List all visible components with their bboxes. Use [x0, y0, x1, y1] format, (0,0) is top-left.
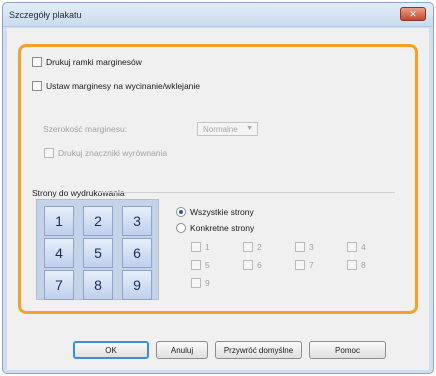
ok-button[interactable]: OK [73, 341, 149, 359]
restore-defaults-button[interactable]: Przywróć domyślne [215, 341, 302, 359]
page-checkbox-3[interactable] [295, 242, 305, 252]
title-bar: Szczegóły plakatu ✕ [3, 3, 433, 27]
page-tile-4[interactable]: 4 [44, 238, 74, 268]
page-tile-7[interactable]: 7 [44, 270, 74, 300]
pages-to-print-label: Strony do wydrukowania [32, 188, 125, 198]
margin-width-value: Normalne [203, 125, 238, 134]
page-tile-6[interactable]: 6 [122, 238, 152, 268]
page-checkbox-label-1: 1 [205, 242, 210, 252]
specific-pages-radio[interactable] [176, 223, 186, 233]
page-checkbox-label-4: 4 [361, 242, 366, 252]
page-checkbox-1[interactable] [191, 242, 201, 252]
set-margins-checkbox[interactable] [32, 81, 42, 91]
print-margin-lines-checkbox[interactable] [32, 57, 42, 67]
margin-width-select[interactable]: Normalne ▼ [197, 122, 258, 136]
set-margins-label: Ustaw marginesy na wycinanie/wklejanie [46, 81, 201, 91]
page-checkbox-4[interactable] [347, 242, 357, 252]
print-margin-lines-label: Drukuj ramki marginesów [46, 57, 142, 67]
specific-pages-label: Konkretne strony [190, 223, 255, 233]
cancel-button[interactable]: Anuluj [156, 341, 208, 359]
page-checkbox-6[interactable] [243, 260, 253, 270]
page-checkbox-8[interactable] [347, 260, 357, 270]
print-alignment-marks-checkbox[interactable] [44, 148, 54, 158]
page-grid: 1 2 3 4 5 6 7 8 9 [36, 199, 159, 300]
page-tile-3[interactable]: 3 [122, 206, 152, 236]
chevron-down-icon: ▼ [246, 125, 253, 132]
close-button[interactable]: ✕ [400, 7, 426, 21]
help-button[interactable]: Pomoc [309, 341, 386, 359]
page-checkbox-label-9: 9 [205, 278, 210, 288]
page-tile-5[interactable]: 5 [83, 238, 113, 268]
margin-width-label: Szerokość marginesu: [43, 124, 128, 134]
dialog-title: Szczegóły plakatu [9, 10, 82, 20]
dialog-body: Drukuj ramki marginesów Ustaw marginesy … [7, 28, 429, 370]
page-checkbox-label-8: 8 [361, 260, 366, 270]
page-checkbox-7[interactable] [295, 260, 305, 270]
poster-details-dialog: Szczegóły plakatu ✕ Drukuj ramki margine… [2, 2, 434, 374]
print-alignment-marks-label: Drukuj znaczniki wyrównania [58, 148, 168, 158]
all-pages-label: Wszystkie strony [190, 207, 254, 217]
all-pages-radio[interactable] [176, 207, 186, 217]
page-checkbox-label-6: 6 [257, 260, 262, 270]
page-checkbox-2[interactable] [243, 242, 253, 252]
page-checkbox-label-2: 2 [257, 242, 262, 252]
page-checkbox-5[interactable] [191, 260, 201, 270]
page-checkbox-label-3: 3 [309, 242, 314, 252]
page-tile-9[interactable]: 9 [122, 270, 152, 300]
group-separator [98, 192, 395, 193]
page-checkbox-label-5: 5 [205, 260, 210, 270]
page-checkbox-9[interactable] [191, 278, 201, 288]
close-icon: ✕ [409, 8, 417, 19]
page-tile-8[interactable]: 8 [83, 270, 113, 300]
page-tile-1[interactable]: 1 [44, 206, 74, 236]
page-checkbox-label-7: 7 [309, 260, 314, 270]
page-tile-2[interactable]: 2 [83, 206, 113, 236]
